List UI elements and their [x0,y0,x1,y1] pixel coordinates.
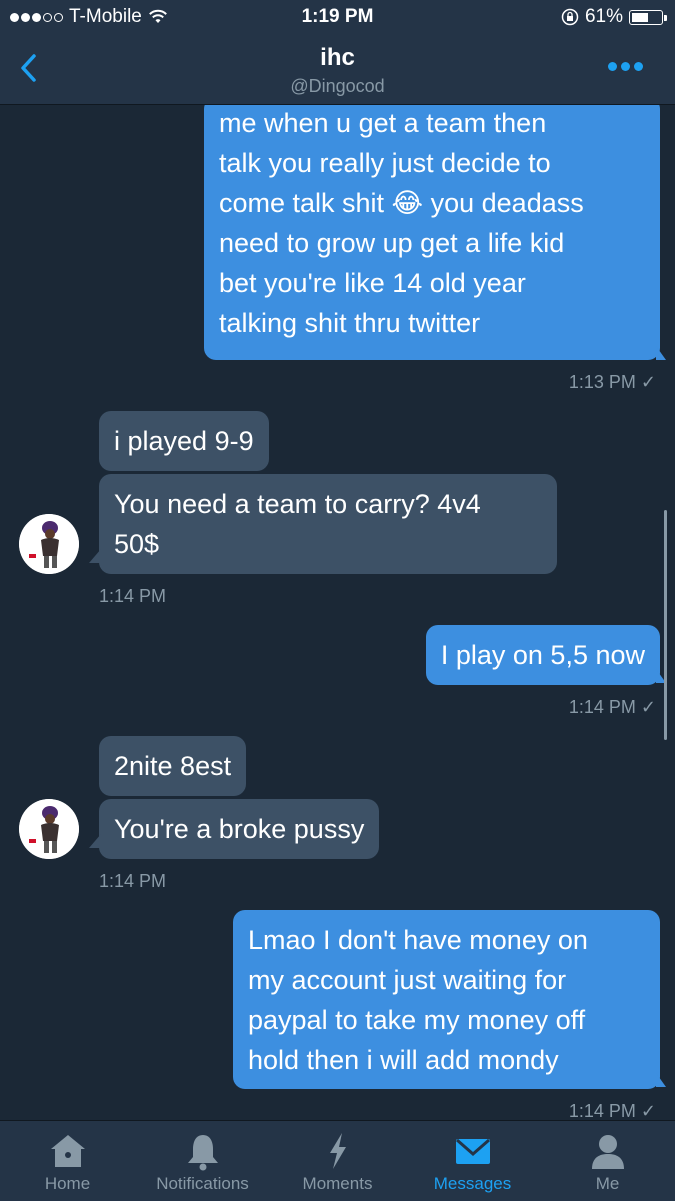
tab-label: Notifications [156,1174,249,1193]
conversation-handle: @Dingocod [290,76,385,96]
avatar-image [19,799,79,859]
scrollbar[interactable] [664,510,667,740]
status-bar: T-Mobile 1:19 PM 61% [0,0,675,36]
bubble-tail [656,346,666,360]
tab-messages[interactable]: Messages [405,1121,540,1201]
lightning-icon [329,1133,346,1169]
message-bubble-incoming[interactable]: 2nite 8est [99,736,247,796]
message-list[interactable]: me when u get a team then talk you reall… [0,105,675,1120]
message-bubble-incoming[interactable]: You're a broke pussy [99,799,380,859]
conversation-name[interactable]: ihc [0,44,675,72]
home-icon [50,1135,85,1167]
battery-percent: 61% [584,6,623,27]
message-timestamp: 1:14 PM [99,871,167,891]
message-bubble-incoming[interactable]: i played 9-9 [99,411,269,471]
tab-home[interactable]: Home [0,1121,135,1201]
avatar-image [19,514,79,574]
message-timestamp: 1:13 PM ✓ [568,372,656,392]
status-right: 61% [561,6,667,28]
message-timestamp: 1:14 PM ✓ [568,697,656,717]
message-timestamp: 1:14 PM [99,586,167,606]
tab-bar: Home Notifications Moments Messages Me [0,1120,675,1201]
tab-label: Moments [302,1174,373,1193]
tab-moments[interactable]: Moments [270,1121,405,1201]
message-bubble-incoming[interactable]: You need a team to carry? 4v4 50$ [99,474,557,574]
tab-notifications[interactable]: Notifications [135,1121,270,1201]
conversation-header: ihc @Dingocod [0,36,675,105]
message-bubble-outgoing[interactable]: I play on 5,5 now [425,625,660,685]
rotation-lock-icon [561,8,579,26]
avatar[interactable] [19,799,79,859]
tab-label: Messages [433,1174,512,1193]
tab-me[interactable]: Me [540,1121,675,1201]
tab-label: Me [595,1174,620,1193]
more-dots-icon[interactable] [608,62,643,71]
avatar[interactable] [19,514,79,574]
battery-icon [629,9,667,25]
message-timestamp: 1:14 PM ✓ [568,1101,656,1120]
tab-label: Home [44,1174,91,1193]
message-bubble-outgoing[interactable]: me when u get a team then talk you reall… [204,105,660,360]
envelope-icon [455,1138,490,1164]
bell-icon [187,1135,218,1171]
message-bubble-outgoing[interactable]: Lmao I don't have money on my account ju… [233,910,660,1089]
person-icon [591,1135,624,1169]
